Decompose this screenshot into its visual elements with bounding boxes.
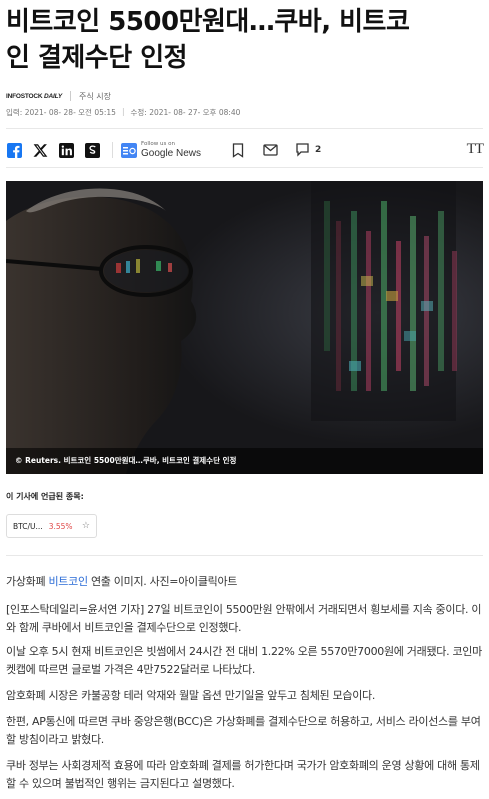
p1-post: 연출 이미지. 사진=아이클릭아트 — [87, 575, 238, 588]
bitcoin-link[interactable]: 비트코인 — [48, 575, 88, 588]
date-separator: | — [121, 107, 125, 116]
linkedin-icon[interactable] — [58, 142, 74, 158]
published-date: 입력: 2021- 08- 28- 오전 05:15 — [6, 108, 116, 117]
mail-icon[interactable] — [261, 141, 279, 159]
google-news-text: Follow us on Google News — [141, 141, 201, 159]
google-news-icon — [121, 143, 137, 158]
ticker-chip[interactable]: BTC/U... 3.55% ☆ — [6, 514, 97, 538]
google-news-button[interactable]: Follow us on Google News — [121, 141, 201, 159]
body-paragraph-2: 이날 오후 5시 현재 비트코인은 빗썸에서 24시간 전 대비 1.22% 오… — [6, 645, 482, 676]
category-link[interactable]: 주식 시장 — [79, 91, 111, 102]
facebook-icon[interactable] — [6, 142, 22, 158]
comment-count[interactable]: 2 — [315, 145, 321, 155]
photo-illustration — [6, 181, 483, 474]
p1-pre: 가상화폐 — [6, 575, 49, 588]
title-line-1: 비트코인 5500만원대…쿠바, 비트코 — [6, 7, 410, 37]
source-logo[interactable]: INFOSTOCK DAILY — [6, 93, 62, 100]
text-size-label: TT — [466, 141, 484, 157]
article-photo: © Reuters. 비트코인 5500만원대…쿠바, 비트코인 결제수단 인정 — [6, 181, 483, 474]
source-logo-text-2: DAILY — [43, 92, 62, 100]
body-paragraph-3: 암호화폐 시장은 카불공항 테러 악재와 월말 옵션 만기일을 앞두고 침체된 … — [6, 689, 376, 702]
ticker-name: BTC/U... — [13, 521, 43, 531]
photo-caption: © Reuters. 비트코인 5500만원대…쿠바, 비트코인 결제수단 인정 — [15, 456, 237, 465]
header-divider — [6, 128, 483, 129]
body-divider — [6, 555, 483, 556]
bookmark-icon[interactable] — [229, 141, 247, 159]
photo-credit-paragraph: 가상화폐 비트코인 연출 이미지. 사진=아이클릭아트 — [6, 573, 483, 591]
text-size-button[interactable]: TT — [466, 141, 484, 158]
google-news-label: Google News — [141, 148, 202, 159]
article-page: 비트코인 5500만원대…쿠바, 비트코 인 결제수단 인정 INFOSTOCK… — [0, 0, 489, 799]
body-paragraph-1: [인포스탁데일리=윤서연 기자] 27일 비트코인이 5500만원 안팎에서 거… — [6, 603, 482, 634]
body-paragraph-5: 쿠바 정부는 사회경제적 효용에 따라 암호화폐 결제를 허가한다며 국가가 암… — [6, 759, 480, 790]
source-divider — [70, 91, 71, 101]
toolbar-divider — [6, 167, 483, 168]
mentioned-tickers-label: 이 기사에 언급된 종목: — [6, 492, 84, 501]
google-news-small-label: Follow us on — [141, 141, 175, 147]
ticker-change: 3.55% — [48, 521, 73, 531]
comment-icon[interactable] — [293, 141, 311, 159]
share-divider — [112, 142, 113, 158]
modified-date: 수정: 2021- 08- 27- 오후 08:40 — [130, 108, 241, 117]
x-icon[interactable] — [32, 142, 48, 158]
share-s-icon[interactable] — [84, 142, 100, 158]
source-logo-text-1: INFOSTOCK — [6, 92, 43, 100]
article-title: 비트코인 5500만원대…쿠바, 비트코 인 결제수단 인정 — [6, 4, 484, 76]
source-row: INFOSTOCK DAILY 주식 시장 — [6, 89, 111, 103]
body-paragraph-4: 한편, AP통신에 따르면 쿠바 중앙은행(BCC)은 가상화폐를 결제수단으로… — [6, 715, 481, 746]
title-line-2: 인 결제수단 인정 — [6, 43, 188, 73]
share-toolbar: Follow us on Google News 2 TT — [6, 139, 484, 161]
star-icon[interactable]: ☆ — [82, 521, 90, 531]
date-row: 입력: 2021- 08- 28- 오전 05:15 | 수정: 2021- 0… — [6, 107, 240, 118]
